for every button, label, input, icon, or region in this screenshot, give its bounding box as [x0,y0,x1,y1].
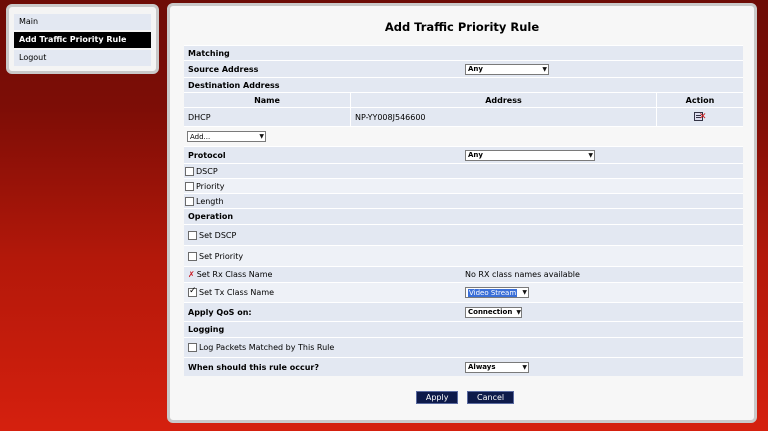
unavailable-x-icon: ✗ [188,270,195,279]
chevron-down-icon: ▼ [588,151,593,159]
logging-header: Logging [184,321,743,337]
set-rx-class-label: Set Rx Class Name [196,270,273,279]
chevron-down-icon: ▼ [516,308,521,316]
delete-icon[interactable]: ✕ [694,112,707,122]
set-dscp-row: Set DSCP [184,224,743,245]
destination-table-header: Name Address Action [184,92,743,107]
table-row: DHCP NP-YY008J546600 ✕ [184,107,743,126]
protocol-label: Protocol [188,150,226,160]
apply-qos-label: Apply QoS on: [188,307,252,317]
length-checkbox[interactable] [185,196,194,206]
set-tx-class-label: Set Tx Class Name [199,288,275,297]
row-address: NP-YY008J546600 [351,108,657,126]
dscp-checkbox[interactable] [185,166,194,176]
form-buttons: Apply Cancel [170,391,760,404]
set-priority-row: Set Priority [184,245,743,266]
apply-qos-select[interactable]: Connection ▼ [465,306,522,318]
apply-qos-row: Apply QoS on: Connection ▼ [184,302,743,321]
rx-class-status: No RX class names available [465,270,580,279]
nav-item-add-traffic-priority-rule[interactable]: Add Traffic Priority Rule [14,32,151,48]
priority-row: Priority [184,178,743,193]
chevron-down-icon: ▼ [522,289,527,296]
log-packets-row: Log Packets Matched by This Rule [184,337,743,357]
destination-address-header: Destination Address [184,77,743,92]
set-tx-class-checkbox[interactable] [188,286,197,297]
page-title: Add Traffic Priority Rule [384,20,540,34]
chevron-down-icon: ▼ [259,133,264,140]
cancel-button[interactable]: Cancel [467,391,515,404]
source-address-row: Source Address Any ▼ [184,60,743,77]
schedule-select[interactable]: Always ▼ [465,361,529,373]
chevron-down-icon: ▼ [522,363,527,371]
matching-header: Matching [184,45,743,60]
source-address-label: Source Address [188,64,259,74]
operation-header: Operation [184,208,743,224]
nav-item-logout[interactable]: Logout [14,50,151,66]
column-header-action: Action [685,95,715,105]
add-destination-select[interactable]: Add... ▼ [187,131,266,142]
log-packets-checkbox[interactable] [188,343,197,352]
row-action-cell: ✕ [657,108,743,126]
column-header-address: Address [351,93,657,107]
row-name: DHCP [184,108,351,126]
schedule-row: When should this rule occur? Always ▼ [184,357,743,376]
protocol-select[interactable]: Any ▼ [465,149,595,161]
log-packets-label: Log Packets Matched by This Rule [199,343,335,352]
length-label: Length [196,196,224,206]
add-destination-row: Add... ▼ [184,126,743,146]
source-address-select[interactable]: Any ▼ [465,63,549,75]
left-navigation: Main Add Traffic Priority Rule Logout [6,4,159,74]
dscp-label: DSCP [196,166,218,176]
schedule-label: When should this rule occur? [188,362,319,372]
rule-form: Matching Source Address Any ▼ Destination… [184,45,743,376]
priority-checkbox[interactable] [185,181,194,191]
column-header-name: Name [184,93,351,107]
nav-item-main[interactable]: Main [14,14,151,30]
priority-label: Priority [196,181,225,191]
set-dscp-label: Set DSCP [199,230,237,240]
set-priority-label: Set Priority [199,251,244,261]
tx-class-select[interactable]: Video Stream ▼ [465,287,529,298]
dscp-row: DSCP [184,163,743,178]
protocol-row: Protocol Any ▼ [184,146,743,163]
set-dscp-checkbox[interactable] [188,230,197,240]
main-panel: Add Traffic Priority Rule Matching Sourc… [167,3,757,423]
set-tx-class-row: Set Tx Class Name Video Stream▼ [184,282,743,302]
length-row: Length [184,193,743,208]
set-priority-checkbox[interactable] [188,251,197,261]
chevron-down-icon: ▼ [542,65,547,73]
set-rx-class-row: ✗ Set Rx Class Name No RX class names ava… [184,266,743,282]
apply-button[interactable]: Apply [415,391,459,404]
